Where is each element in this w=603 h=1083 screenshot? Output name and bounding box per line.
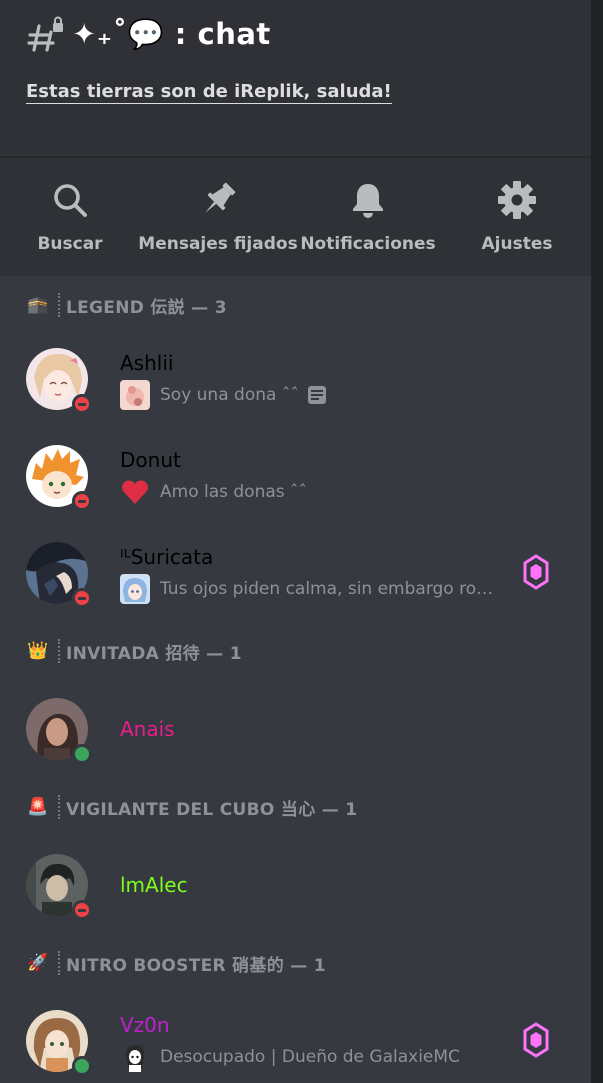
status-emoji-icon [120,1042,150,1072]
locked-channel-icon [26,14,66,54]
crown-emoji-icon: 👑 [27,641,49,661]
settings-label: Ajustes [481,234,553,254]
scrollbar[interactable] [591,0,603,1083]
rich-presence-icon [307,385,327,405]
channel-header: ✦₊˚💬 : chat Estas tierras son de iReplik… [0,0,591,157]
search-label: Buscar [37,234,103,254]
bell-icon [346,178,390,222]
pinned-messages-label: Mensajes fijados [138,234,298,254]
channel-title-row: ✦₊˚💬 : chat [26,14,271,54]
notifications-button[interactable]: Notificaciones [300,158,436,276]
settings-button[interactable]: Ajustes [481,158,553,276]
pinned-messages-button[interactable]: Mensajes fijados [138,158,298,276]
dnd-status-icon [72,588,92,608]
kaaba-emoji-icon: 🕋 [27,295,49,315]
custom-status: Soy una dona ˆˆ [120,380,327,410]
search-icon [48,178,92,222]
role-group-header: 🚨 VIGILANTE DEL CUBO 当心 — 1 [26,792,357,822]
search-button[interactable]: Buscar [37,158,103,276]
pin-icon [196,178,240,222]
rocket-emoji-icon: 🚀 [27,953,49,973]
status-text: Soy una dona ˆˆ [160,385,299,405]
online-status-icon [72,744,92,764]
status-text: Amo las donas ˆˆ [160,482,308,502]
channel-name: ✦₊˚💬 : chat [72,16,271,51]
member-name: Anais [120,717,175,741]
member-name: ᴵᴸSuricata [120,545,214,569]
role-group-name: INVITADA 招待 — 1 [66,643,242,664]
dnd-status-icon [72,491,92,511]
role-group-name: NITRO BOOSTER 硝基的 — 1 [66,955,326,976]
member-name: lmAlec [120,873,188,897]
dnd-status-icon [72,900,92,920]
police-light-emoji-icon: 🚨 [27,797,49,817]
member-item[interactable]: Donut Amo las donas ˆˆ [0,437,591,517]
nitro-boost-icon [522,554,550,590]
channel-actions-bar: Buscar Mensajes fijados Notificaciones A… [0,158,591,276]
custom-status: Desocupado | Dueño de GalaxieMC [120,1042,460,1072]
member-list[interactable]: 🕋 LEGEND 伝説 — 3 Ashlii Soy una dona ˆˆ D… [0,276,591,1083]
member-item[interactable]: Ashlii Soy una dona ˆˆ [0,340,591,420]
status-emoji-icon [120,380,150,410]
heart-emoji-icon [120,477,150,507]
role-group-header: 🕋 LEGEND 伝説 — 3 [26,290,227,320]
nitro-boost-icon [522,1022,550,1058]
role-group-name: VIGILANTE DEL CUBO 当心 — 1 [66,799,358,820]
member-item[interactable]: Vz0n Desocupado | Dueño de GalaxieMC [0,1002,591,1082]
member-item[interactable]: ᴵᴸSuricata Tus ojos piden calma, sin emb… [0,534,591,614]
member-name: Vz0n [120,1013,170,1037]
custom-status: Tus ojos piden calma, sin embargo rom... [120,574,504,604]
notifications-label: Notificaciones [300,234,436,254]
status-emoji-icon [120,574,150,604]
member-item[interactable]: lmAlec [0,846,591,926]
custom-status: Amo las donas ˆˆ [120,477,307,507]
status-text: Tus ojos piden calma, sin embargo rom... [160,579,504,599]
dnd-status-icon [72,394,92,414]
role-group-name: LEGEND 伝説 — 3 [66,297,227,318]
gear-icon [495,178,539,222]
channel-topic[interactable]: Estas tierras son de iReplik, saluda! [26,81,392,104]
member-item[interactable]: Anais [0,690,591,770]
online-status-icon [72,1056,92,1076]
member-name: Donut [120,448,181,472]
status-text: Desocupado | Dueño de GalaxieMC [160,1047,460,1067]
role-group-header: 👑 INVITADA 招待 — 1 [26,636,242,666]
member-name: Ashlii [120,351,174,375]
role-group-header: 🚀 NITRO BOOSTER 硝基的 — 1 [26,948,326,978]
